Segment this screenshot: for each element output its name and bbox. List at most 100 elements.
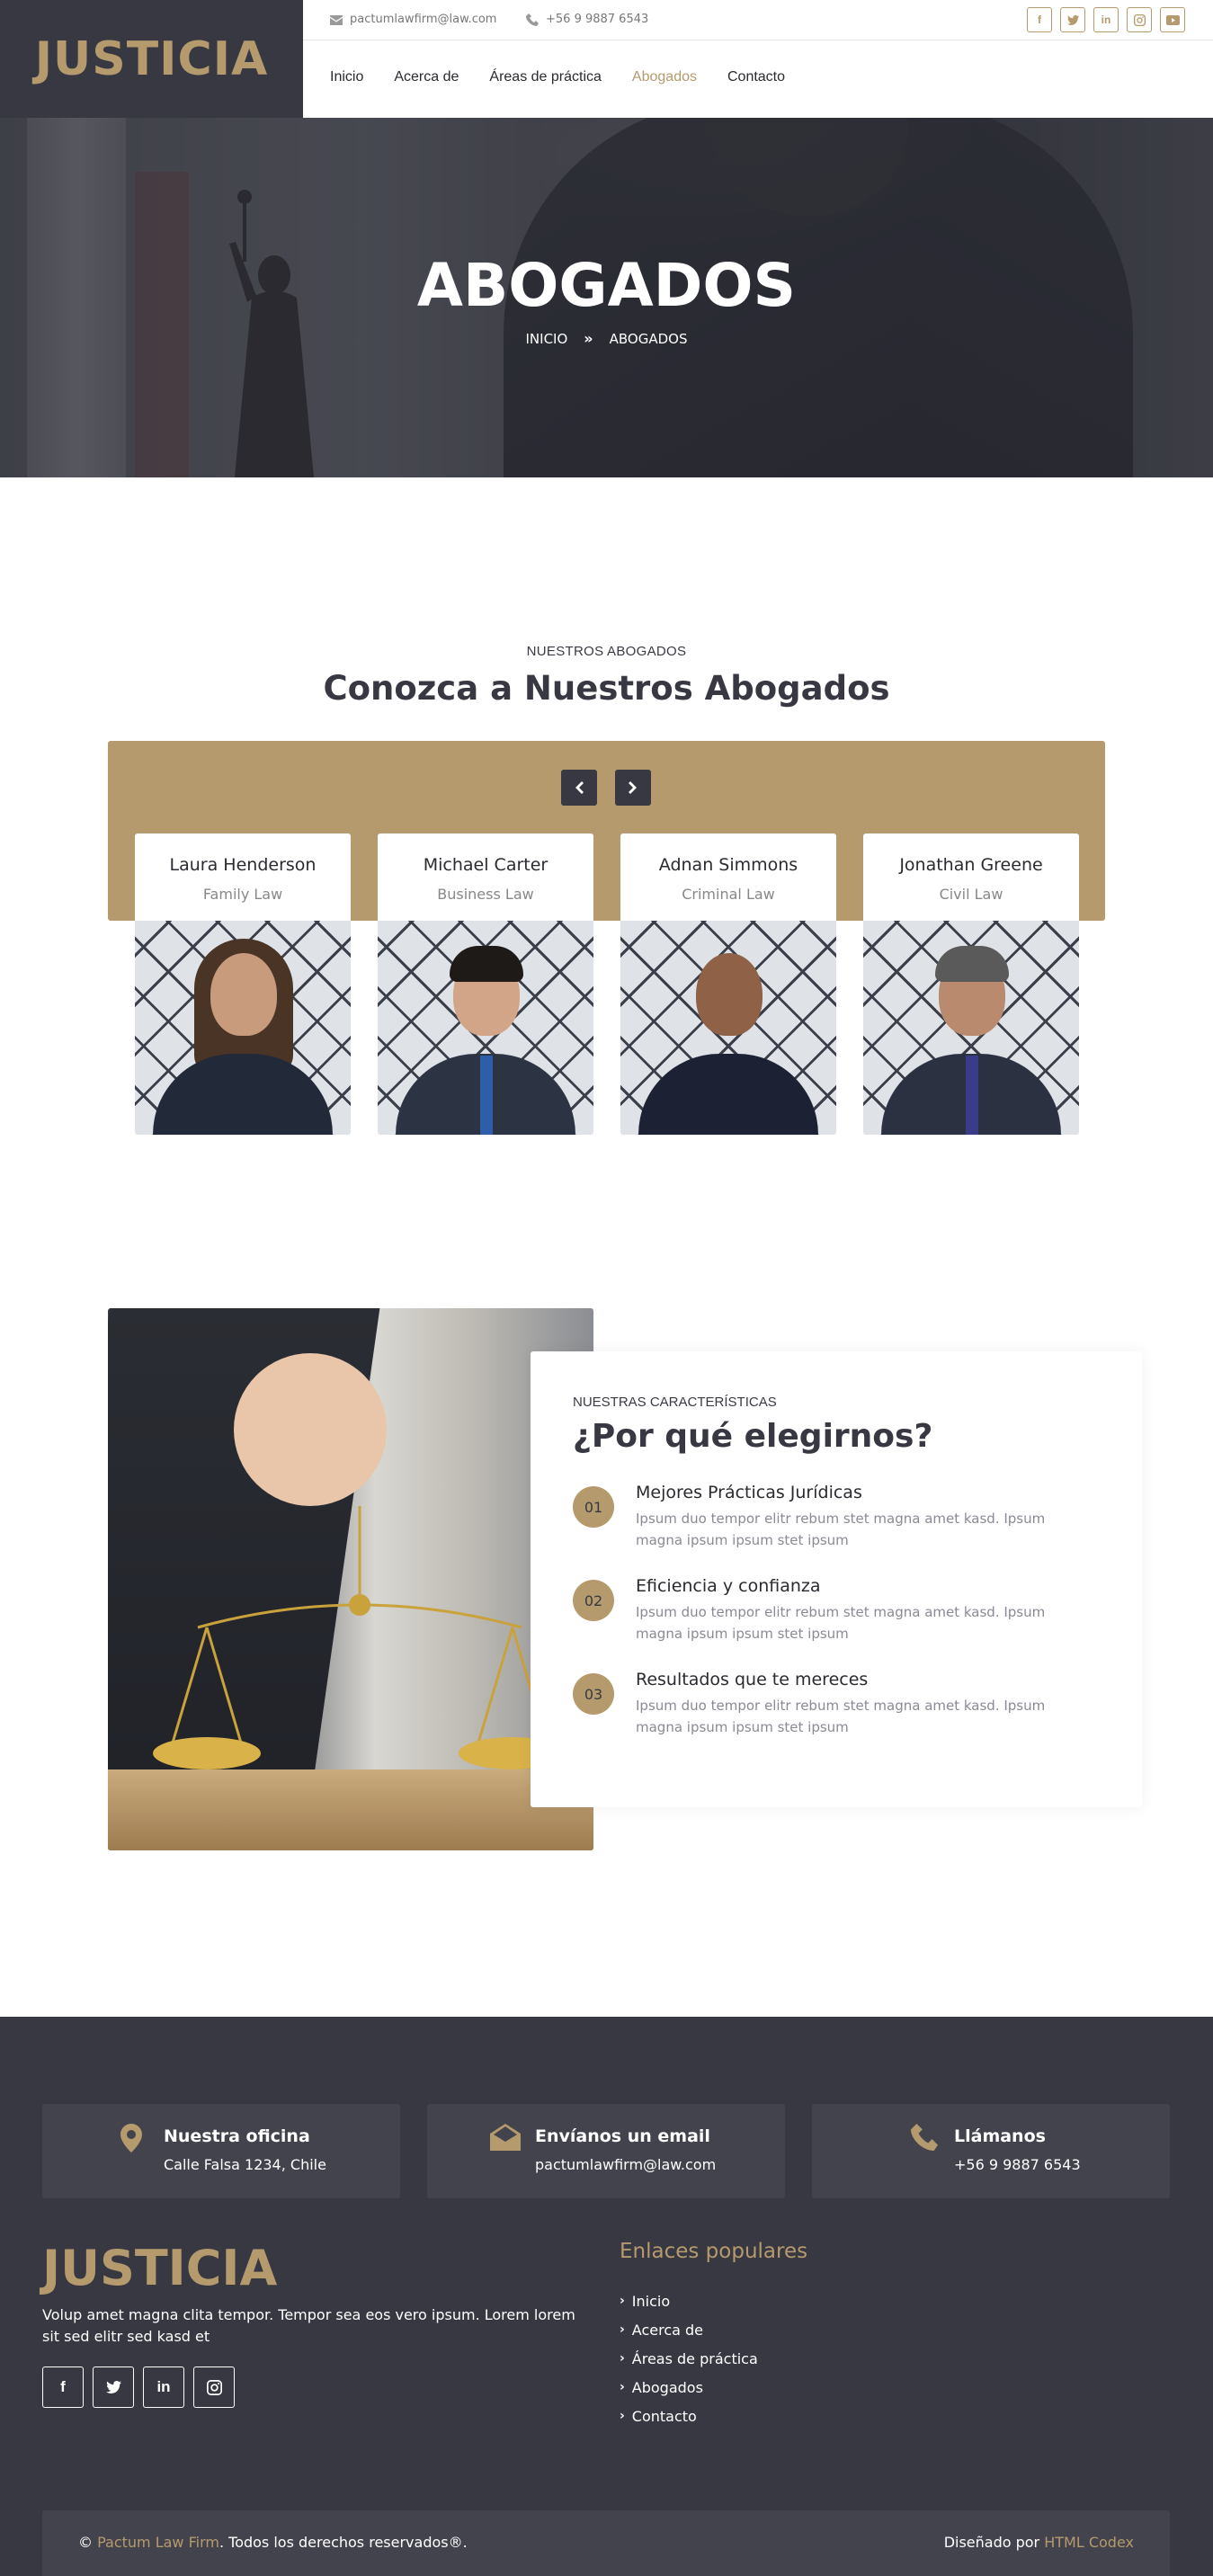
nav-contacto[interactable]: Contacto	[727, 69, 785, 85]
info-value[interactable]: +56 9 9887 6543	[954, 2156, 1081, 2173]
lawyer-card[interactable]: Michael Carter Business Law	[378, 833, 593, 1135]
copyright-brand-link[interactable]: Pactum Law Firm	[97, 2534, 219, 2551]
footer-link-acerca-de[interactable]: › Acerca de	[620, 2315, 758, 2344]
footer-link-label: Áreas de práctica	[631, 2349, 758, 2367]
copyright-symbol: ©	[78, 2534, 93, 2551]
phone-icon	[526, 13, 539, 26]
lawyer-role: Civil Law	[939, 886, 1003, 903]
lawyer-photo	[620, 921, 836, 1135]
page-hero: ABOGADOS INICIO » ABOGADOS	[0, 118, 1213, 477]
info-title: Nuestra oficina	[164, 2126, 310, 2146]
team-section-title: Conozca a Nuestros Abogados	[323, 669, 890, 708]
why-section-title: ¿Por qué elegirnos?	[573, 1418, 933, 1455]
feature-description: Ipsum duo tempor elitr rebum stet magna …	[636, 1698, 1046, 1735]
breadcrumb: INICIO » ABOGADOS	[0, 330, 1213, 347]
lawyer-photo	[378, 921, 593, 1135]
footer-link-label: Acerca de	[631, 2321, 703, 2339]
feature-number: 03	[573, 1673, 614, 1715]
lawyer-role: Business Law	[437, 886, 534, 903]
designed-by-text: Diseñado por HTML Codex	[944, 2534, 1134, 2551]
lawyer-name: Adnan Simmons	[658, 855, 798, 875]
nav-abogados[interactable]: Abogados	[632, 69, 697, 85]
site-footer: Nuestra oficina Calle Falsa 1234, Chile …	[0, 2017, 1213, 2576]
feature-title: Mejores Prácticas Jurídicas	[636, 1483, 862, 1502]
feature-title: Eficiencia y confianza	[636, 1576, 821, 1596]
twitter-icon[interactable]	[93, 2367, 134, 2408]
designed-by-prefix: Diseñado por	[943, 2534, 1040, 2551]
twitter-icon[interactable]	[1060, 7, 1085, 32]
header-phone-text: +56 9 9887 6543	[546, 13, 649, 26]
copyright-suffix: . Todos los derechos reservados®.	[219, 2534, 468, 2551]
lawyer-name: Jonathan Greene	[899, 855, 1043, 875]
header-email: pactumlawfirm@law.com	[330, 13, 496, 26]
footer-link-contacto[interactable]: › Contacto	[620, 2402, 758, 2430]
breadcrumb-home[interactable]: INICIO	[526, 331, 568, 347]
feature-title: Resultados que te mereces	[636, 1670, 869, 1689]
feature-number: 02	[573, 1580, 614, 1621]
header-social-links: f in	[1027, 7, 1185, 32]
main-nav: Inicio Acerca de Áreas de práctica Aboga…	[330, 69, 816, 85]
facebook-icon[interactable]: f	[42, 2367, 84, 2408]
footer-link-label: Contacto	[631, 2407, 697, 2425]
youtube-icon[interactable]	[1160, 7, 1185, 32]
lawyer-card[interactable]: Laura Henderson Family Law	[135, 833, 351, 1135]
lawyer-photo	[863, 921, 1079, 1135]
top-bar: pactumlawfirm@law.com +56 9 9887 6543 f …	[303, 0, 1213, 40]
chevron-left-icon	[575, 781, 584, 794]
instagram-icon[interactable]	[193, 2367, 235, 2408]
envelope-open-icon	[490, 2124, 521, 2155]
footer-link-areas-de-practica[interactable]: › Áreas de práctica	[620, 2344, 758, 2373]
breadcrumb-current: ABOGADOS	[609, 330, 688, 347]
why-eyebrow: NUESTRAS CARACTERÍSTICAS	[573, 1395, 777, 1410]
info-value: Calle Falsa 1234, Chile	[164, 2156, 326, 2173]
why-choose-us-card: NUESTRAS CARACTERÍSTICAS ¿Por qué elegir…	[531, 1351, 1142, 1807]
chevron-right-icon: ›	[620, 2322, 625, 2337]
popular-links-list: › Inicio › Acerca de › Áreas de práctica › A…	[620, 2286, 758, 2430]
chevron-right-icon: ›	[620, 2351, 625, 2366]
phone-info-box: Llámanos +56 9 9887 6543	[812, 2104, 1170, 2198]
double-chevron-right-icon: »	[584, 330, 593, 347]
lawyer-photo	[135, 921, 351, 1135]
carousel-next-button[interactable]	[615, 770, 651, 806]
phone-icon	[911, 2124, 938, 2155]
footer-link-abogados[interactable]: › Abogados	[620, 2373, 758, 2402]
feature-description: Ipsum duo tempor elitr rebum stet magna …	[636, 1511, 1046, 1548]
linkedin-icon[interactable]: in	[1093, 7, 1119, 32]
lawyer-role: Family Law	[202, 886, 283, 903]
facebook-icon[interactable]: f	[1027, 7, 1052, 32]
chevron-right-icon: ›	[620, 2380, 625, 2394]
linkedin-icon[interactable]: in	[143, 2367, 184, 2408]
office-info-box: Nuestra oficina Calle Falsa 1234, Chile	[42, 2104, 400, 2198]
lawyer-name: Michael Carter	[423, 855, 549, 875]
page-title: ABOGADOS	[416, 251, 797, 320]
footer-logo[interactable]: JUSTICIA	[42, 2240, 277, 2296]
lawyer-name: Laura Henderson	[169, 855, 317, 875]
team-eyebrow: NUESTROS ABOGADOS	[526, 644, 687, 659]
carousel-prev-button[interactable]	[561, 770, 597, 806]
header-phone: +56 9 9887 6543	[526, 13, 648, 26]
header-email-text: pactumlawfirm@law.com	[350, 13, 497, 26]
designed-by-link[interactable]: HTML Codex	[1044, 2534, 1134, 2551]
feature-description: Ipsum duo tempor elitr rebum stet magna …	[636, 1604, 1046, 1642]
site-logo[interactable]: JUSTICIA	[35, 32, 269, 86]
feature-number: 01	[573, 1486, 614, 1528]
footer-link-label: Inicio	[631, 2292, 671, 2310]
copyright-bar: © Pactum Law Firm. Todos los derechos re…	[42, 2510, 1170, 2576]
instagram-icon[interactable]	[1127, 7, 1152, 32]
footer-social-links: f in	[42, 2367, 235, 2408]
nav-inicio[interactable]: Inicio	[330, 69, 363, 85]
nav-acerca-de[interactable]: Acerca de	[394, 69, 459, 85]
email-info-box: Envíanos un email pactumlawfirm@law.com	[427, 2104, 785, 2198]
footer-link-inicio[interactable]: › Inicio	[620, 2286, 758, 2315]
footer-link-label: Abogados	[631, 2378, 703, 2396]
chevron-right-icon: ›	[620, 2409, 625, 2423]
lawyer-card[interactable]: Adnan Simmons Criminal Law	[620, 833, 836, 1135]
chevron-right-icon: ›	[620, 2294, 625, 2308]
info-title: Envíanos un email	[535, 2126, 710, 2146]
info-value[interactable]: pactumlawfirm@law.com	[535, 2156, 716, 2173]
nav-areas-de-practica[interactable]: Áreas de práctica	[489, 69, 602, 85]
brand-logo-box[interactable]: JUSTICIA	[0, 0, 303, 118]
lawyer-card[interactable]: Jonathan Greene Civil Law	[863, 833, 1079, 1135]
envelope-icon	[330, 14, 343, 25]
popular-links-title: Enlaces populares	[620, 2240, 808, 2263]
